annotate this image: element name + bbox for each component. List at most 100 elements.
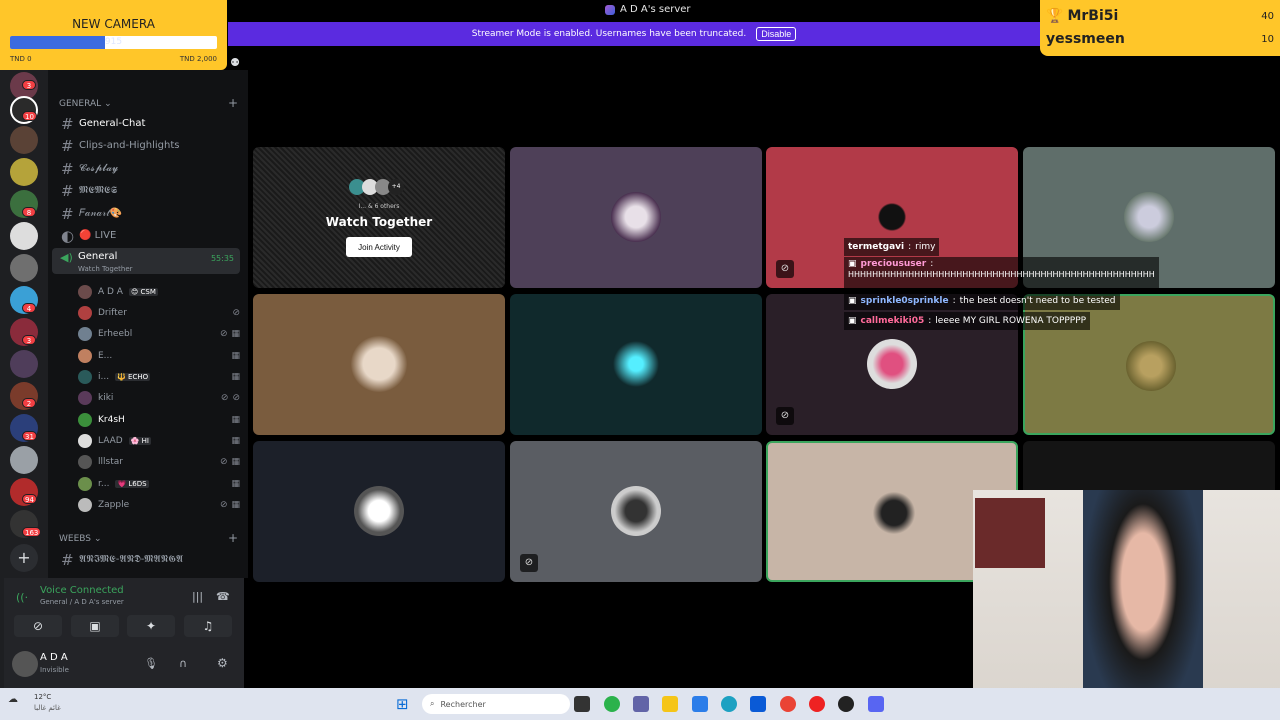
unread-badge: 94: [22, 494, 37, 504]
chrome-icon[interactable]: [780, 696, 796, 712]
activity-tile[interactable]: +4 I... & 6 others Watch Together Join A…: [253, 147, 505, 288]
edge-icon[interactable]: [721, 696, 737, 712]
opera-icon[interactable]: [809, 696, 825, 712]
store-icon[interactable]: [750, 696, 766, 712]
chat-message: ▣ precioususer: HHHHHHHHHHHHHHHHHHHHHHHHHH…: [844, 257, 1159, 291]
voice-user[interactable]: lllstar: [78, 452, 123, 472]
headphones-icon[interactable]: ∩: [179, 657, 187, 670]
avatar: [78, 306, 92, 320]
discord-icon[interactable]: [868, 696, 884, 712]
obs-icon[interactable]: [838, 696, 854, 712]
camera-off-icon: ⊘: [32, 619, 44, 633]
screen-share-button[interactable]: ▣: [71, 615, 119, 637]
disconnect-icon[interactable]: ☎: [216, 590, 230, 603]
server-icon[interactable]: [10, 158, 38, 186]
windows-start-icon[interactable]: ⊞: [396, 695, 409, 713]
chat-username: sprinkle0sprinkle: [860, 296, 949, 306]
file-explorer-icon[interactable]: [662, 696, 678, 712]
taskbar: ☁ 12°C غائم غالبا ⊞ ⌕ Rechercher: [0, 688, 1280, 720]
badge-icon: ▣: [848, 296, 857, 306]
avatar: [78, 434, 92, 448]
category-general[interactable]: GENERAL ⌄: [59, 99, 112, 109]
signal-icon: ((·: [16, 591, 29, 604]
activity-icon: ▦: [231, 479, 240, 489]
voice-user[interactable]: r... 💗 L6DS: [78, 474, 149, 494]
voice-user[interactable]: i... 🔱 ECHO: [78, 367, 151, 387]
disable-button[interactable]: Disable: [756, 27, 797, 41]
add-channel-icon[interactable]: +: [228, 531, 238, 545]
participant-tile[interactable]: [510, 147, 762, 288]
add-channel-icon[interactable]: +: [228, 96, 238, 110]
user-status-icons: ▦: [231, 479, 240, 489]
voice-user[interactable]: Zapple: [78, 495, 129, 515]
user-name: Drifter: [98, 308, 127, 318]
leaderboard-row: 🏆 MrBi5i: [1046, 8, 1118, 24]
server-icon[interactable]: [10, 126, 38, 154]
voice-user[interactable]: Kr4sH: [78, 410, 125, 430]
channel-fanart[interactable]: # 𝐹𝒶𝓃𝒶𝓇𝓉🎨: [54, 203, 240, 224]
server-icon[interactable]: [10, 446, 38, 474]
participant-tile[interactable]: [253, 441, 505, 582]
voice-user[interactable]: Drifter: [78, 303, 127, 323]
chevron-down-icon: ⌄: [104, 99, 112, 109]
server-icon[interactable]: [10, 254, 38, 282]
activity-icon: ▦: [231, 415, 240, 425]
add-server-icon[interactable]: +: [10, 544, 38, 572]
goal-min-label: TND 0: [10, 55, 32, 63]
teams-icon[interactable]: [633, 696, 649, 712]
voice-user[interactable]: E...: [78, 346, 112, 366]
chat-text: the best doesn't need to be tested: [959, 296, 1116, 306]
voice-user[interactable]: A D A 😊 CSM: [78, 282, 158, 302]
channel-label: 𝕸𝕰𝕸𝕰𝕾: [79, 185, 118, 196]
taskbar-search[interactable]: ⌕ Rechercher: [422, 694, 570, 714]
noise-suppression-icon[interactable]: |||: [192, 590, 203, 603]
voice-user[interactable]: Erheebl: [78, 324, 132, 344]
voice-user[interactable]: kiki: [78, 388, 113, 408]
task-view-icon[interactable]: [574, 696, 590, 712]
channel-clips[interactable]: # Clips-and-Highlights: [54, 135, 240, 156]
category-label: GENERAL: [59, 99, 102, 109]
unread-badge: 10: [22, 111, 37, 121]
camera-button[interactable]: ⊘: [14, 615, 62, 637]
whatsapp-icon[interactable]: [604, 696, 620, 712]
server-icon[interactable]: [10, 350, 38, 378]
muted-icon: ⊘: [219, 500, 228, 510]
activity-icon: ▦: [231, 500, 240, 510]
channel-general-chat[interactable]: # General-Chat: [54, 113, 240, 134]
voice-channel-name: General: [78, 251, 118, 262]
participant-tile[interactable]: ⊘: [510, 441, 762, 582]
avatar: [78, 285, 92, 299]
hash-icon: #: [61, 181, 74, 200]
channel-live[interactable]: ◐ 🔴 LIVE: [54, 225, 240, 246]
soundboard-button[interactable]: ♫: [184, 615, 232, 637]
channel-memes[interactable]: # 𝕸𝕰𝕸𝕰𝕾: [54, 180, 240, 201]
settings-gear-icon[interactable]: ⚙: [217, 656, 228, 670]
voice-channel-general[interactable]: ◀) General Watch Together 55:35: [52, 248, 240, 274]
join-activity-button[interactable]: Join Activity: [346, 237, 412, 257]
add-member-icon[interactable]: ⚉: [230, 56, 240, 69]
muted-icon: ⊘: [232, 308, 240, 318]
category-weebs[interactable]: WEEBS ⌄: [59, 534, 102, 544]
user-status-icons: ⊘ ⊘: [221, 393, 240, 403]
channel-anime-and-manga[interactable]: # 𝕬𝕹𝕴𝕸𝕰-𝕬𝕹𝕯-𝕸𝕬𝕹𝕲𝕬: [54, 549, 240, 570]
server-icon[interactable]: [10, 222, 38, 250]
window-title: A D A's server: [620, 4, 691, 15]
voice-status[interactable]: Voice Connected: [40, 585, 124, 596]
voice-user[interactable]: LAAD 🌸 HI: [78, 431, 151, 451]
voice-timer: 55:35: [210, 254, 234, 263]
chat-message: ▣ sprinkle0sprinkle: the best doesn't need…: [844, 292, 1120, 310]
copilot-icon[interactable]: [692, 696, 708, 712]
activities-button[interactable]: ✦: [127, 615, 175, 637]
avatar: [78, 370, 92, 384]
participant-tile[interactable]: [253, 294, 505, 435]
participant-tile[interactable]: [510, 294, 762, 435]
unread-badge: 2: [22, 398, 36, 408]
avatar[interactable]: [12, 651, 38, 677]
weather-icon[interactable]: ☁: [8, 694, 18, 705]
goal-max-label: TND 2,000: [179, 55, 217, 63]
voice-location[interactable]: General / A D A's server: [40, 598, 124, 606]
channel-label: 𝓒𝓸𝓼𝓹𝓵𝓪𝔂: [79, 163, 119, 174]
microphone-icon[interactable]: 🎙: [144, 657, 158, 670]
channel-cosplay[interactable]: # 𝓒𝓸𝓼𝓹𝓵𝓪𝔂: [54, 158, 240, 179]
leader-count: 10: [1261, 34, 1274, 45]
